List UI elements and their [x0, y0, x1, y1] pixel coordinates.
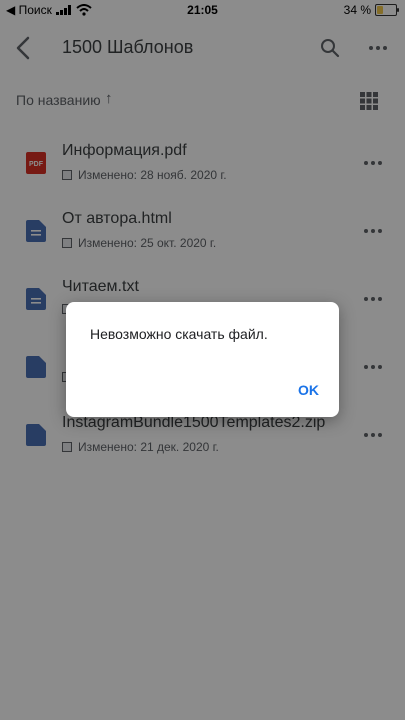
- dialog-message: Невозможно скачать файл.: [90, 326, 268, 342]
- ok-button[interactable]: OK: [298, 382, 319, 398]
- error-dialog: Невозможно скачать файл. OK: [66, 302, 339, 417]
